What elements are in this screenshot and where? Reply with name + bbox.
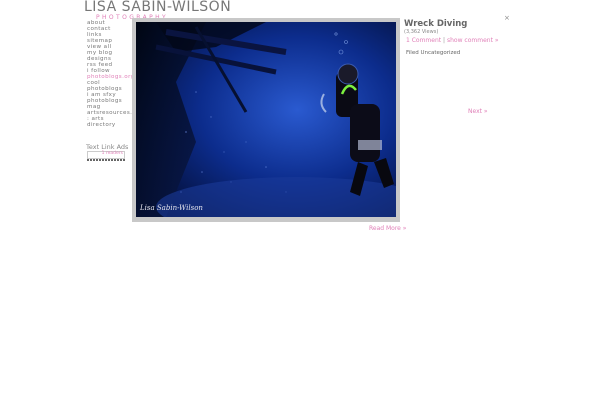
post-title: Wreck Diving <box>404 19 468 29</box>
comments-link[interactable]: 1 Comment <box>406 37 441 44</box>
post-views: (3,362 Views) <box>404 29 439 35</box>
text-link-ads-heading[interactable]: Text Link Ads <box>86 143 128 151</box>
readers-widget-label: 1 readers <box>101 151 123 156</box>
sidebar-item[interactable]: directory <box>87 122 133 128</box>
sidebar-list: about contact links sitemap view all my blog d… <box>87 20 133 128</box>
comment-separator: | <box>443 37 446 44</box>
readers-widget-bar <box>87 159 125 161</box>
logo-name: LISA SABIN-WILSON <box>84 0 232 15</box>
main-photo[interactable] <box>136 22 396 217</box>
show-comment-link[interactable]: show comment » <box>447 37 499 44</box>
post-comment-line: 1 Comment | show comment » <box>406 37 499 44</box>
sidebar-nav: about contact links sitemap view all my blog d… <box>87 20 133 128</box>
photo-watermark: Lisa Sabin-Wilson <box>140 204 203 212</box>
close-icon[interactable]: × <box>504 14 510 22</box>
post-category: Filed Uncategorized <box>406 50 461 56</box>
next-link[interactable]: Next » <box>468 108 488 115</box>
underwater-diver-image <box>136 22 396 217</box>
readers-widget[interactable]: 1 readers <box>87 151 125 159</box>
read-more-link[interactable]: Read More » <box>369 225 406 232</box>
